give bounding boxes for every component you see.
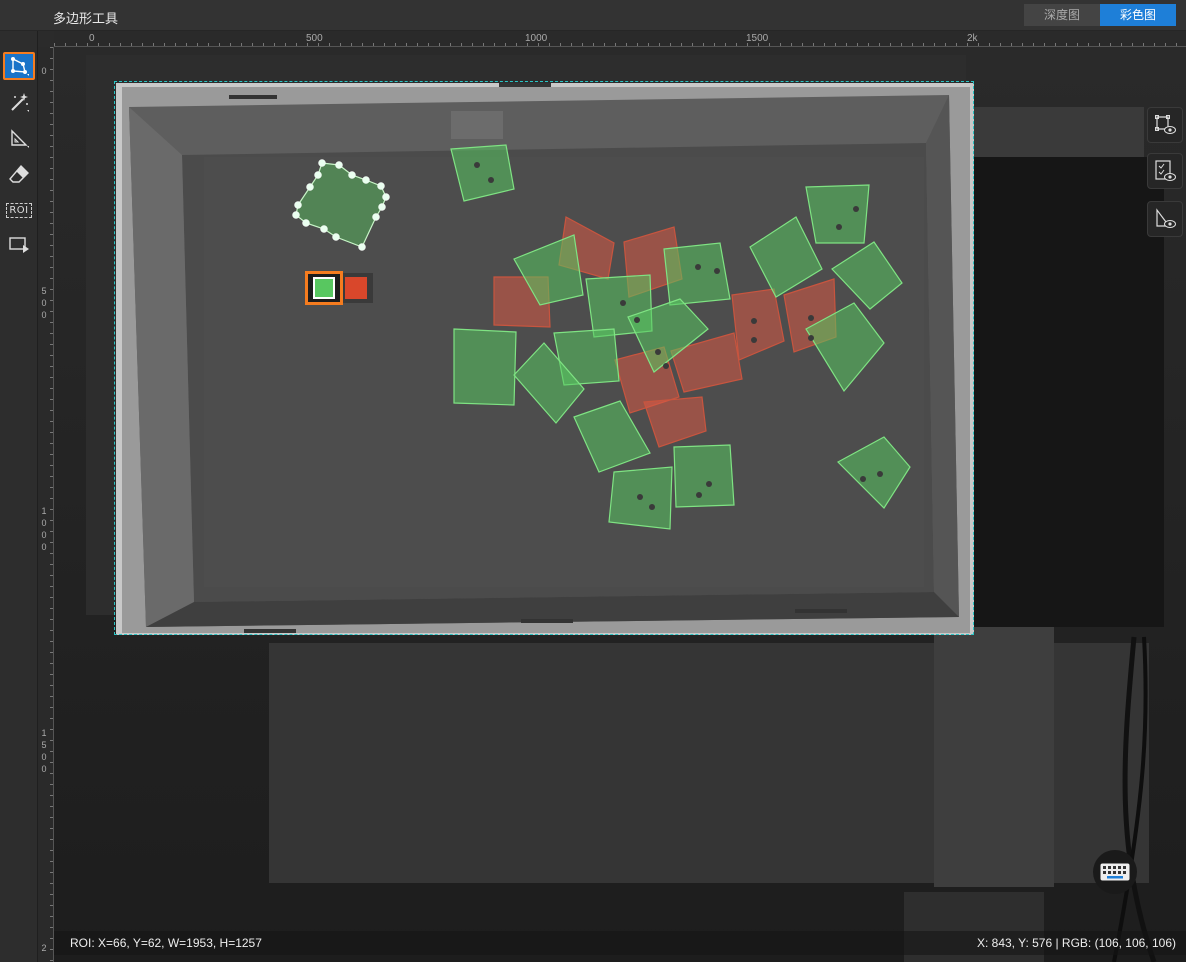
tab-depth-map[interactable]: 深度图 bbox=[1024, 4, 1100, 26]
magic-wand-icon bbox=[11, 93, 29, 112]
polygon-icon bbox=[11, 57, 29, 76]
roi-info: ROI: X=66, Y=62, W=1953, H=1257 bbox=[70, 936, 262, 950]
ruler-label: 1000 bbox=[41, 506, 47, 552]
checklist-eye-icon bbox=[1155, 160, 1176, 181]
triangle-ruler-icon bbox=[11, 129, 29, 148]
ruler-tool-button[interactable] bbox=[3, 124, 35, 152]
camera-image bbox=[54, 47, 1186, 962]
left-toolbar: ROI bbox=[0, 31, 38, 962]
ruler-label: 500 bbox=[306, 33, 323, 44]
image-canvas[interactable] bbox=[54, 47, 1186, 962]
title-bar: 多边形工具 深度图 彩色图 bbox=[0, 0, 1186, 31]
keyboard-shortcuts-button[interactable] bbox=[1093, 850, 1137, 894]
view-tabs: 深度图 彩色图 bbox=[1024, 4, 1176, 26]
status-bar: ROI: X=66, Y=62, W=1953, H=1257 X: 843, … bbox=[54, 931, 1186, 955]
window-title: 多边形工具 bbox=[53, 11, 119, 26]
ruler-label: 0 bbox=[89, 33, 95, 44]
ruler-label: 1500 bbox=[41, 728, 47, 774]
ruler-label: 500 bbox=[41, 286, 47, 320]
ruler-label: 1500 bbox=[746, 33, 769, 44]
cursor-info: X: 843, Y: 576 | RGB: (106, 106, 106) bbox=[976, 936, 1176, 950]
magic-wand-tool-button[interactable] bbox=[3, 88, 35, 116]
eraser-icon bbox=[9, 164, 29, 183]
horizontal-ruler: 0 500 1000 1500 2k bbox=[54, 31, 1186, 47]
label-color-picker bbox=[305, 271, 373, 305]
show-list-button[interactable] bbox=[1147, 153, 1183, 189]
show-polygon-button[interactable] bbox=[1147, 107, 1183, 143]
green-label-swatch[interactable] bbox=[305, 271, 343, 305]
polygon-tool-button[interactable] bbox=[3, 52, 35, 80]
play-tool-button[interactable] bbox=[3, 230, 35, 258]
frame-play-icon bbox=[9, 237, 29, 253]
ruler-ticks-top bbox=[54, 43, 1177, 46]
polygon-eye-icon bbox=[1155, 115, 1176, 134]
red-label-swatch[interactable] bbox=[345, 277, 367, 299]
ruler-label: 2 bbox=[41, 943, 47, 953]
roi-icon: ROI bbox=[6, 202, 32, 218]
show-mask-button[interactable] bbox=[1147, 201, 1183, 237]
roi-tool-button[interactable]: ROI bbox=[3, 196, 35, 224]
ruler-label: 1000 bbox=[525, 33, 548, 44]
ruler-eye-icon bbox=[1156, 208, 1176, 228]
ruler-label: 2k bbox=[967, 33, 978, 44]
tab-color-image[interactable]: 彩色图 bbox=[1100, 4, 1176, 26]
ruler-label: 0 bbox=[41, 66, 47, 76]
eraser-tool-button[interactable] bbox=[3, 160, 35, 188]
vertical-ruler: 0 500 1000 1500 2 bbox=[38, 47, 54, 962]
keyboard-icon bbox=[1100, 863, 1130, 881]
